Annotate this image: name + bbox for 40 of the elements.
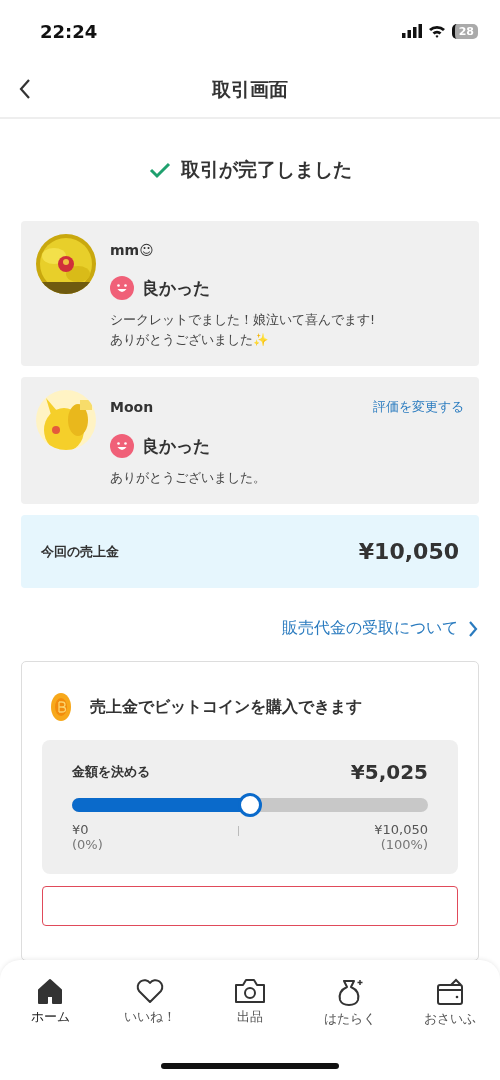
battery-indicator: 28 <box>451 23 478 39</box>
camera-icon <box>234 978 266 1004</box>
review-comment: シークレットでました！娘泣いて喜んでます! ありがとうございました✨ <box>110 311 376 349</box>
completion-message: 取引が完了しました <box>180 157 352 182</box>
rating-label: 良かった <box>142 276 210 300</box>
tab-item[interactable]: いいね！ <box>100 978 200 1080</box>
next-button[interactable] <box>42 886 458 926</box>
tab-item[interactable]: はたらく <box>300 978 400 1080</box>
chevron-icon <box>468 619 478 638</box>
wifi-icon <box>427 24 446 38</box>
max-percent: (100%) <box>380 837 428 852</box>
rating-label: 良かった <box>142 434 210 458</box>
wallet-icon <box>435 978 465 1006</box>
tab-item[interactable]: 出品 <box>200 978 300 1080</box>
bitcoin-title: 売上金でビットコインを購入できます <box>90 696 362 718</box>
screen-title: 取引画面 <box>212 76 288 102</box>
user-name: Moon <box>110 399 154 415</box>
clock: 22:24 <box>40 20 98 42</box>
max-amount: ¥10,050 <box>374 822 428 837</box>
review-comment: ありがとうございました。 <box>110 469 267 487</box>
smiley-icon <box>110 276 134 300</box>
coin-icon <box>50 692 72 722</box>
tab-item[interactable]: ホーム <box>0 978 100 1080</box>
payout-link[interactable]: 販売代金の受取について <box>282 618 478 639</box>
home-icon <box>36 978 64 1004</box>
signal-icon <box>401 24 422 38</box>
tab-item[interactable]: おさいふ <box>400 978 500 1080</box>
min-amount: ¥0 <box>72 822 90 837</box>
amount-label: 金額を決める <box>72 763 150 781</box>
sales-label: 今回の売上金 <box>41 542 119 561</box>
slider-thumb[interactable] <box>238 793 262 817</box>
smiley-icon <box>110 434 134 458</box>
min-percent: (0%) <box>72 837 103 852</box>
heart-icon <box>135 978 165 1004</box>
user-name: mm☺ <box>110 242 154 258</box>
sales-amount: ¥10,050 <box>358 539 459 564</box>
back-icon[interactable] <box>18 78 32 100</box>
check-icon <box>148 161 171 179</box>
amount-value: ¥5,025 <box>350 760 428 784</box>
change-rating-link[interactable]: 評価を変更する <box>373 398 464 416</box>
